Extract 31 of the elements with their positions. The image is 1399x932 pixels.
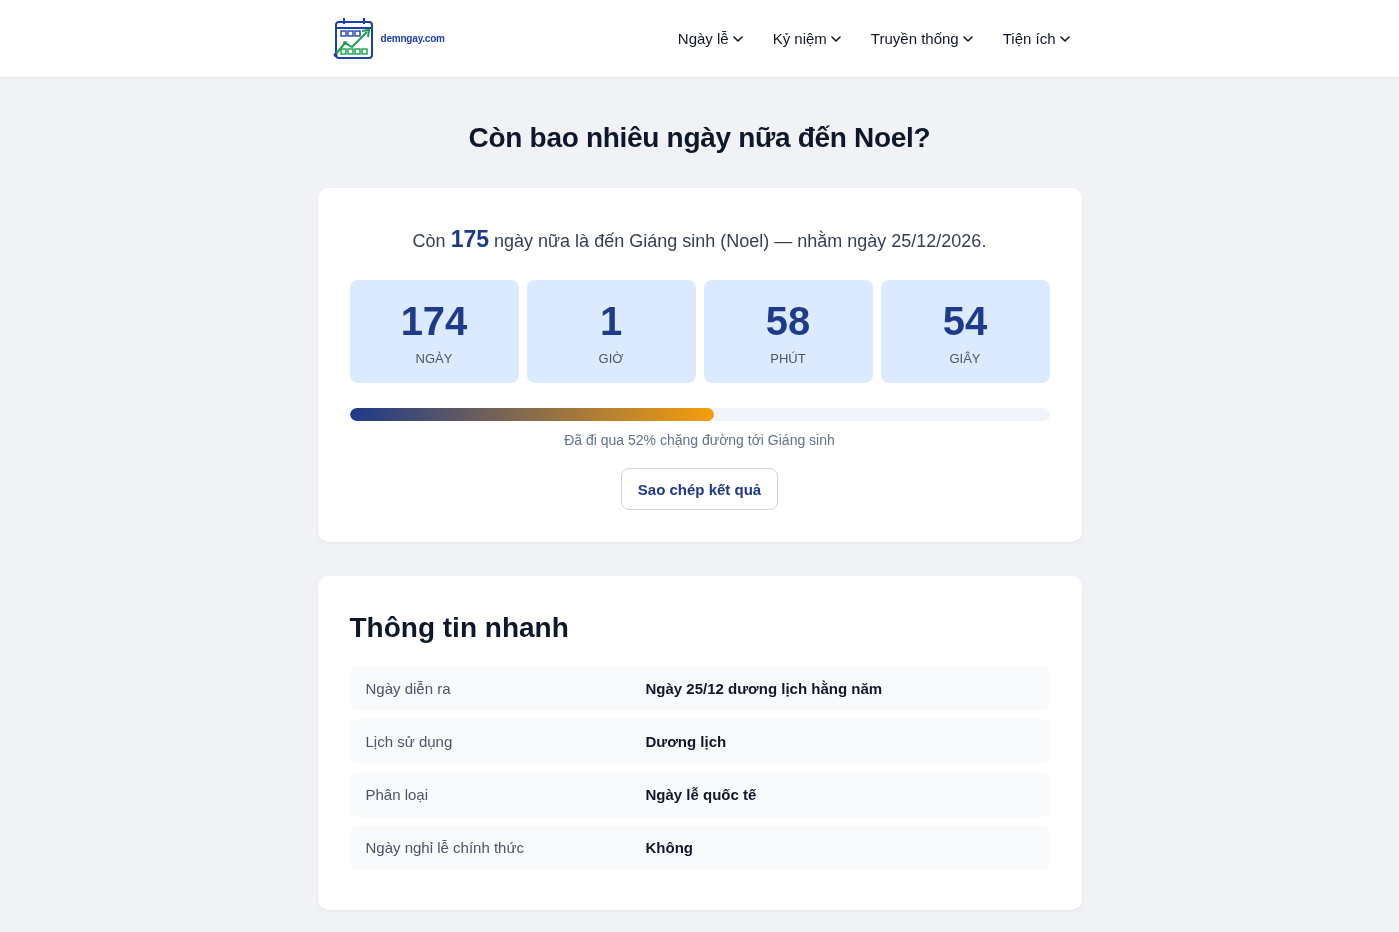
- countdown-unit: PHÚT: [770, 351, 806, 366]
- info-value: Ngày 25/12 dương lịch hằng năm: [645, 680, 884, 697]
- copy-result-button[interactable]: Sao chép kết quả: [620, 468, 779, 510]
- progress-caption: Đã đi qua 52% chặng đường tới Giáng sinh: [563, 432, 836, 448]
- countdown-value: 58: [765, 299, 811, 343]
- info-value: Dương lịch: [645, 733, 728, 750]
- chevron-down-icon: [962, 35, 973, 42]
- countdown-unit: GIÂY: [949, 351, 981, 366]
- info-label: Lịch sử dụng: [365, 733, 454, 750]
- chevron-down-icon: [830, 35, 841, 42]
- nav-menu-item[interactable]: Tiện ích: [1002, 30, 1070, 47]
- section-heading: Thông tin nhanh: [349, 611, 570, 645]
- page-title: Còn bao nhiêu ngày nữa đến Noel?: [468, 121, 931, 155]
- info-label: Ngày diễn ra: [365, 680, 452, 697]
- site-logo[interactable]: demngay.com: [332, 17, 445, 60]
- countdown-unit: NGÀY: [415, 351, 453, 366]
- info-value: Không: [645, 839, 694, 856]
- countdown-value: 174: [400, 299, 468, 343]
- info-label: Ngày nghỉ lễ chính thức: [365, 839, 525, 856]
- info-label: Phân loại: [365, 786, 430, 803]
- logo-text: demngay.com: [380, 33, 445, 44]
- countdown-unit: GIỜ: [598, 351, 624, 366]
- countdown-value: 54: [942, 299, 988, 343]
- nav-menu-item[interactable]: Kỷ niệm: [772, 30, 841, 47]
- nav-menu-item[interactable]: Truyền thống: [870, 30, 973, 47]
- chevron-down-icon: [732, 35, 743, 42]
- countdown-value: 1: [599, 299, 623, 343]
- chevron-down-icon: [1059, 35, 1070, 42]
- countdown-summary: Còn 175 ngày nữa là đến Giáng sinh (Noel) — nhằm ngày 25/12/2026.: [411, 225, 988, 254]
- info-value: Ngày lễ quốc tế: [645, 786, 758, 803]
- nav-menu-item[interactable]: Ngày lễ: [677, 30, 743, 47]
